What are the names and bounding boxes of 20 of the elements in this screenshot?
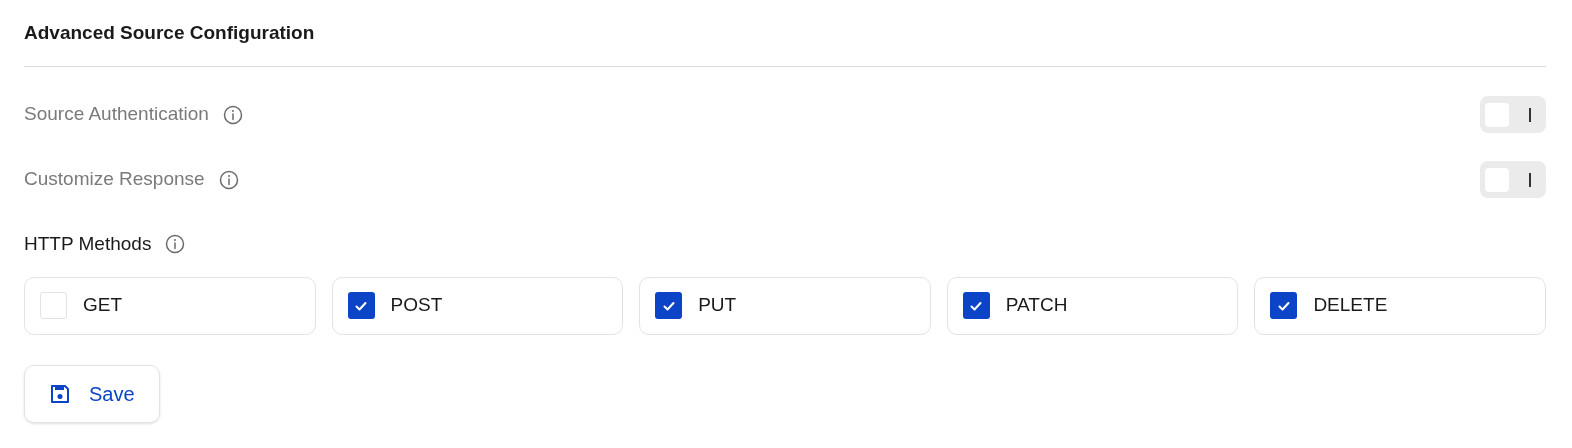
setting-label: Customize Response (24, 167, 205, 192)
checkbox[interactable] (347, 292, 375, 319)
info-icon (165, 234, 186, 255)
method-option[interactable]: PATCH (946, 276, 1239, 335)
info-icon (218, 169, 239, 190)
field-label: HTTP Methods (24, 232, 152, 256)
setting-label: Source Authentication (24, 102, 209, 127)
checkbox[interactable] (962, 292, 990, 319)
checkbox[interactable] (1270, 292, 1298, 319)
method-option[interactable]: POST (331, 276, 624, 335)
method-option[interactable]: DELETE (1254, 276, 1546, 335)
method-option[interactable]: PUT (639, 276, 931, 335)
info-icon (222, 104, 243, 125)
checkbox[interactable] (655, 292, 683, 319)
toggle-switch[interactable] (1480, 161, 1546, 198)
checkbox[interactable] (40, 292, 67, 319)
toggle-switch[interactable] (1480, 96, 1546, 133)
save-button[interactable]: Save (24, 364, 160, 423)
section-title: Advanced Source Configuration (24, 21, 316, 45)
method-option[interactable]: GET (24, 276, 316, 335)
